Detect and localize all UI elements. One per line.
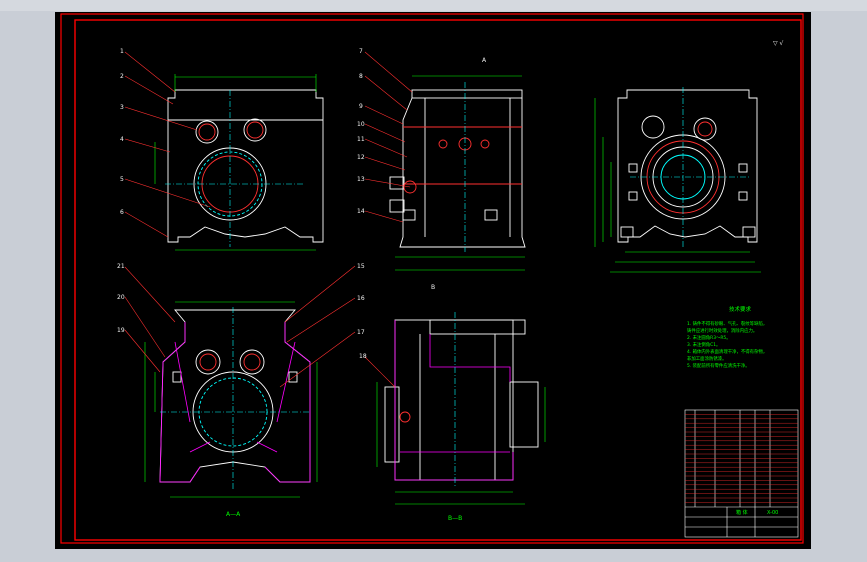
tech-note-6: 非加工面涂防锈漆。: [687, 355, 727, 362]
title-block-name: 箱 体: [736, 509, 748, 516]
callout-7: 7: [359, 48, 363, 55]
section-label-b-b: B—B: [448, 515, 462, 522]
cad-drawing: 1 2 3 4 5 6 7 8 9 10 11 12 13 14 A B ▽ √…: [60, 13, 804, 544]
title-block-code: X-00: [767, 510, 778, 516]
callout-21: 21: [117, 263, 125, 270]
section-a-a-leaders: [124, 265, 356, 388]
rear-view-dims: [594, 87, 761, 273]
side-view: [389, 89, 526, 248]
view-marker-b: B: [431, 284, 435, 291]
callout-12: 12: [357, 154, 365, 161]
outer-frame: [60, 13, 804, 544]
technical-notes: 技术要求 1. 铸件不得有砂眼、气孔、裂纹等缺陷， 铸件应进行时效处理，消除内应…: [687, 305, 767, 369]
side-view-callouts: 7 8 9 10 11 12 13 14: [357, 48, 365, 215]
section-a-a-dims: [144, 301, 318, 498]
callout-11: 11: [357, 136, 365, 143]
tech-note-4: 3. 未注倒角C1。: [687, 341, 720, 348]
section-a-a-hatch: [159, 322, 311, 483]
callout-10: 10: [357, 121, 365, 128]
section-b-b-leaders: [364, 356, 396, 388]
window-top-bar: [0, 0, 867, 11]
callout-3: 3: [120, 104, 124, 111]
tech-note-1: 1. 铸件不得有砂眼、气孔、裂纹等缺陷，: [687, 320, 767, 327]
callout-5: 5: [120, 176, 124, 183]
callout-20: 20: [117, 294, 125, 301]
callout-17: 17: [357, 329, 365, 336]
callout-8: 8: [359, 73, 363, 80]
callout-13: 13: [357, 176, 365, 183]
section-b-b-dims: [376, 312, 546, 505]
front-view-dims: [154, 74, 317, 251]
callout-19: 19: [117, 327, 125, 334]
cad-viewport[interactable]: 1 2 3 4 5 6 7 8 9 10 11 12 13 14 A B ▽ √…: [55, 12, 811, 549]
callout-6: 6: [120, 209, 124, 216]
section-label-a-a: A—A: [226, 511, 241, 518]
front-view-leaders: [124, 51, 211, 238]
callout-9: 9: [359, 103, 363, 110]
front-view-callouts: 1 2 3 4 5 6: [120, 48, 124, 216]
callout-18: 18: [359, 353, 367, 360]
callout-4: 4: [120, 136, 124, 143]
tech-note-5: 4. 箱体内外表面清理干净，不得有杂物，: [687, 348, 767, 355]
callout-15: 15: [357, 263, 365, 270]
side-view-dims: [395, 75, 525, 271]
callout-16: 16: [357, 295, 365, 302]
tech-notes-title: 技术要求: [729, 305, 752, 313]
title-block: [684, 409, 799, 538]
callout-1: 1: [120, 48, 124, 55]
callout-2: 2: [120, 73, 124, 80]
tech-note-3: 2. 未注圆角R3～R5。: [687, 334, 731, 341]
section-a-a: [159, 309, 311, 483]
rear-view: [617, 89, 758, 243]
tech-note-2: 铸件应进行时效处理，消除内应力。: [687, 327, 757, 334]
roughness-symbol: ▽ √: [773, 40, 784, 47]
callout-14: 14: [357, 208, 365, 215]
section-b-b: [384, 319, 539, 481]
side-view-leaders: [364, 51, 413, 223]
front-view: [167, 89, 324, 243]
title-block-rows: [685, 414, 798, 503]
tech-note-7: 5. 装配前所有零件应清洗干净。: [687, 362, 750, 369]
view-marker-a: A: [482, 57, 487, 64]
